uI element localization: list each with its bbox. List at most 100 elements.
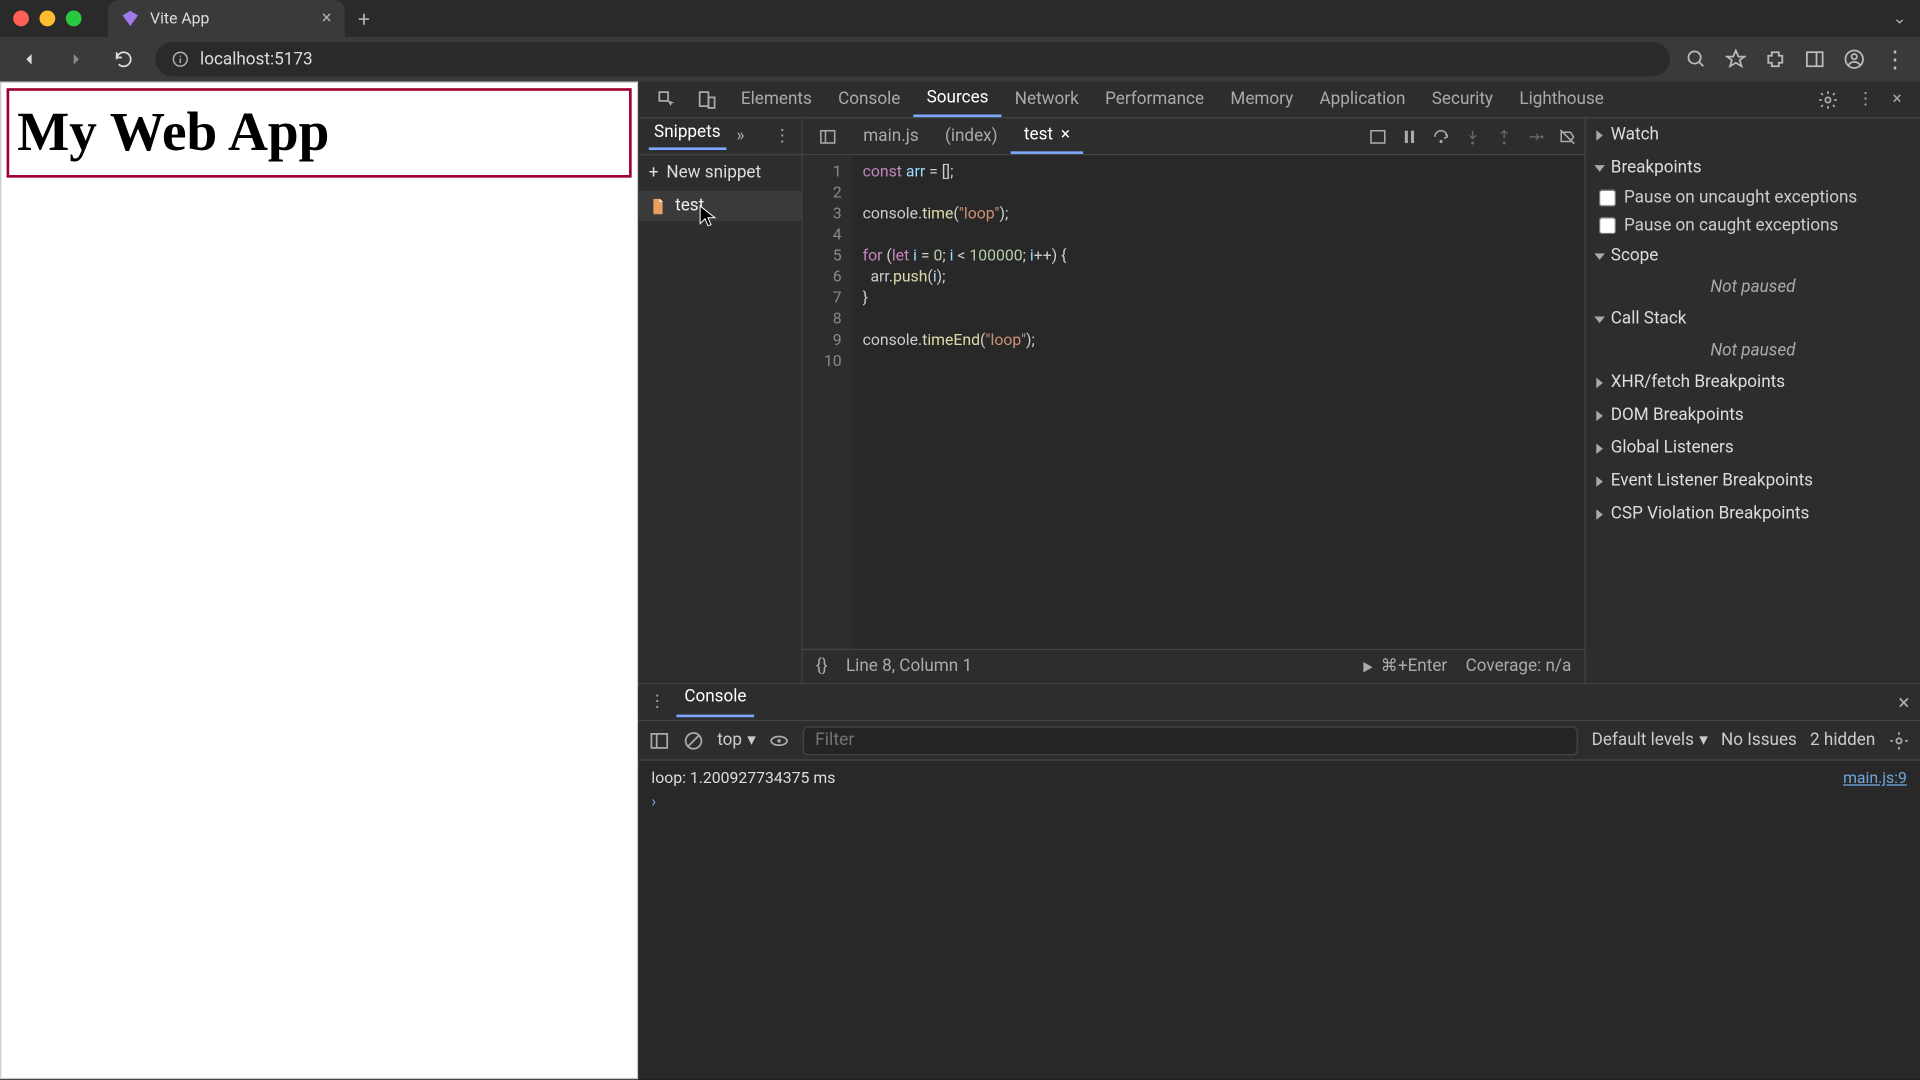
deactivate-breakpoints-icon[interactable] (1558, 127, 1576, 145)
snippets-tab[interactable]: Snippets (649, 122, 726, 150)
xhr-breakpoints-section[interactable]: XHR/fetch Breakpoints (1586, 366, 1920, 399)
close-drawer-icon[interactable]: × (1898, 690, 1909, 715)
tab-title: Vite App (150, 9, 209, 27)
url-input[interactable]: localhost:5173 (155, 42, 1670, 76)
reload-button[interactable] (108, 43, 140, 75)
editor-tab[interactable]: test× (1011, 118, 1083, 154)
step-icon[interactable] (1527, 127, 1545, 145)
console-output[interactable]: loop: 1.200927734375 ms main.js:9 › (638, 761, 1920, 1079)
context-select[interactable]: top ▾ (717, 730, 756, 750)
editor-tab[interactable]: (index) (932, 118, 1011, 154)
navigator-menu-icon[interactable]: ⋮ (774, 126, 791, 146)
watch-section[interactable]: Watch (1586, 118, 1920, 151)
more-icon[interactable]: ⋮ (1849, 89, 1882, 109)
console-prompt[interactable]: › (651, 787, 1906, 816)
back-button[interactable] (13, 43, 45, 75)
site-info-icon[interactable] (171, 50, 189, 68)
breakpoints-section[interactable]: Breakpoints (1586, 151, 1920, 184)
step-into-icon[interactable] (1463, 127, 1481, 145)
pause-uncaught-checkbox[interactable] (1599, 190, 1616, 207)
code-editor[interactable]: 12345678910 const arr = []; console.time… (803, 155, 1585, 648)
window-close-button[interactable] (13, 11, 29, 27)
step-over-icon[interactable] (1432, 127, 1450, 145)
toggle-navigator-icon[interactable] (811, 127, 845, 145)
window-titlebar: Vite App × + ⌄ (0, 0, 1920, 37)
extensions-icon[interactable] (1765, 49, 1786, 70)
more-tabs-icon[interactable]: » (736, 126, 744, 146)
event-listener-breakpoints-section[interactable]: Event Listener Breakpoints (1586, 465, 1920, 498)
console-menu-icon[interactable]: ⋮ (649, 692, 666, 712)
close-tab-icon[interactable]: × (322, 8, 332, 29)
sources-navigator: Snippets » ⋮ + New snippet test (638, 118, 803, 683)
live-expression-icon[interactable] (769, 730, 790, 751)
log-levels-select[interactable]: Default levels ▾ (1592, 730, 1708, 750)
new-tab-button[interactable]: + (358, 6, 370, 31)
menu-icon[interactable]: ⋮ (1883, 45, 1907, 73)
devtools-tab-sources[interactable]: Sources (913, 82, 1001, 118)
issues-label[interactable]: No Issues (1721, 730, 1797, 750)
settings-icon[interactable] (1810, 89, 1847, 110)
coverage-label[interactable]: Coverage: n/a (1466, 657, 1572, 677)
snippet-item-test[interactable]: test (638, 191, 801, 221)
call-stack-section[interactable]: Call Stack (1586, 303, 1920, 336)
window-minimize-button[interactable] (39, 11, 55, 27)
step-out-icon[interactable] (1495, 127, 1513, 145)
page-heading: My Web App (7, 88, 632, 177)
devtools-tab-elements[interactable]: Elements (728, 82, 825, 118)
device-icon[interactable] (688, 89, 725, 110)
new-snippet-label: New snippet (666, 163, 761, 183)
console-source-link[interactable]: main.js:9 (1843, 769, 1907, 787)
editor-tab[interactable]: main.js (850, 118, 932, 154)
toggle-sidebar-icon[interactable] (649, 730, 670, 751)
url-text: localhost:5173 (200, 49, 313, 69)
scope-section[interactable]: Scope (1586, 240, 1920, 273)
run-snippet-button[interactable]: ⌘+Enter (1360, 657, 1448, 677)
scope-not-paused: Not paused (1586, 272, 1920, 302)
window-maximize-button[interactable] (66, 11, 82, 27)
format-icon[interactable]: {} (816, 657, 828, 677)
clear-console-icon[interactable] (683, 730, 704, 751)
devtools-tab-security[interactable]: Security (1419, 82, 1507, 118)
profile-icon[interactable] (1844, 49, 1865, 70)
chevron-down-icon[interactable]: ⌄ (1893, 9, 1907, 29)
plus-icon: + (649, 163, 659, 183)
console-message: loop: 1.200927734375 ms (651, 769, 835, 787)
console-drawer: ⋮ Console × top ▾ Default levels ▾ No Is… (638, 684, 1920, 1079)
inspect-icon[interactable] (649, 89, 686, 110)
sidepanel-icon[interactable] (1804, 49, 1825, 70)
address-bar: localhost:5173 ⋮ (0, 37, 1920, 82)
devtools-tab-application[interactable]: Application (1306, 82, 1418, 118)
devtools-tab-console[interactable]: Console (825, 82, 913, 118)
forward-button[interactable] (61, 43, 93, 75)
snippet-file-icon (649, 197, 667, 215)
devtools-tabs: ElementsConsoleSourcesNetworkPerformance… (638, 82, 1920, 119)
dom-breakpoints-section[interactable]: DOM Breakpoints (1586, 399, 1920, 432)
snippet-name: test (675, 196, 704, 216)
new-snippet-button[interactable]: + New snippet (638, 155, 801, 191)
devtools-panel: ElementsConsoleSourcesNetworkPerformance… (638, 82, 1920, 1080)
close-file-icon[interactable]: × (1061, 125, 1070, 145)
global-listeners-section[interactable]: Global Listeners (1586, 432, 1920, 465)
callstack-not-paused: Not paused (1586, 336, 1920, 366)
star-icon[interactable] (1725, 49, 1746, 70)
console-tab[interactable]: Console (676, 687, 754, 717)
zoom-icon[interactable] (1686, 49, 1707, 70)
browser-tab[interactable]: Vite App × (108, 0, 345, 37)
page-viewport[interactable]: My Web App (0, 82, 638, 1080)
devtools-tab-lighthouse[interactable]: Lighthouse (1506, 82, 1617, 118)
close-devtools-icon[interactable]: × (1885, 89, 1910, 109)
console-settings-icon[interactable] (1888, 730, 1909, 751)
pause-icon[interactable] (1400, 127, 1418, 145)
debugger-sidebar: Watch Breakpoints Pause on uncaught exce… (1584, 118, 1920, 683)
editor-tabs: main.js(index)test× (803, 118, 1585, 155)
devtools-tab-memory[interactable]: Memory (1217, 82, 1306, 118)
csp-breakpoints-section[interactable]: CSP Violation Breakpoints (1586, 497, 1920, 530)
editor-status-bar: {} Line 8, Column 1 ⌘+Enter Coverage: n/… (803, 649, 1585, 683)
devtools-tab-network[interactable]: Network (1002, 82, 1092, 118)
pretty-print-icon[interactable] (1369, 127, 1387, 145)
devtools-tab-performance[interactable]: Performance (1092, 82, 1217, 118)
pause-caught-checkbox[interactable] (1599, 217, 1616, 234)
hidden-count[interactable]: 2 hidden (1810, 730, 1875, 750)
console-filter-input[interactable] (803, 726, 1578, 755)
cursor-position: Line 8, Column 1 (846, 657, 972, 677)
